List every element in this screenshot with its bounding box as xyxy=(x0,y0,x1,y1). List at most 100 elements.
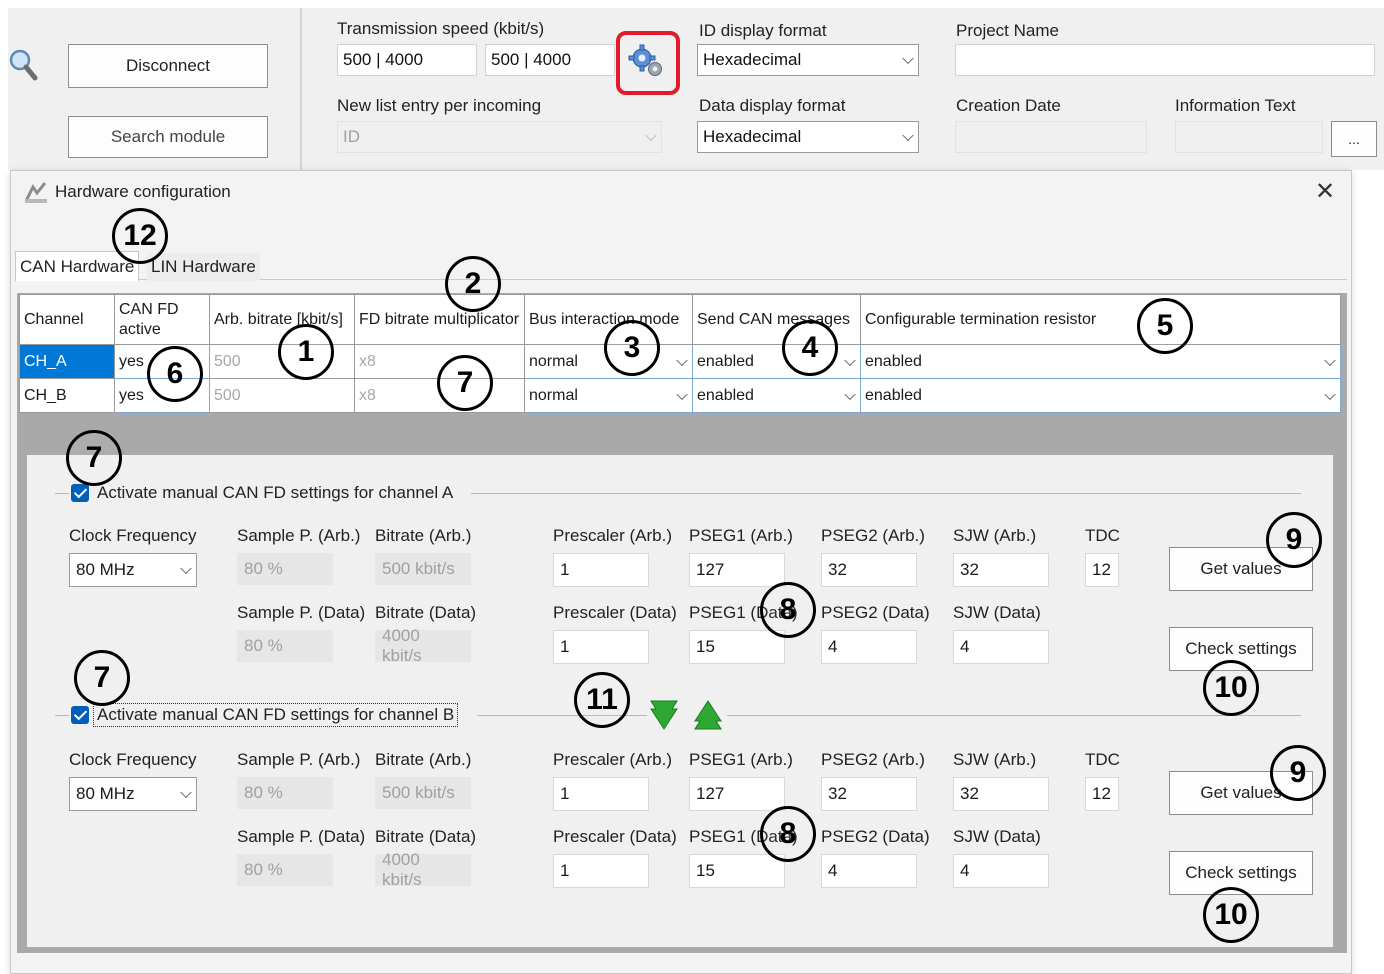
prescaler-data-field[interactable]: 1 xyxy=(553,630,649,664)
annotation-12: 12 xyxy=(112,208,168,264)
manual-settings-panel: Activate manual CAN FD settings for chan… xyxy=(27,455,1333,947)
chevron-down-icon xyxy=(902,52,914,65)
pseg1-arb-field[interactable]: 127 xyxy=(689,777,785,811)
clock-frequency-select[interactable]: 80 MHz xyxy=(69,777,197,811)
sjw-arb-label: SJW (Arb.) xyxy=(953,750,1037,769)
pseg1-data-field[interactable]: 15 xyxy=(689,854,785,888)
gear-icon[interactable] xyxy=(628,44,666,85)
pseg1-arb-field[interactable]: 127 xyxy=(689,553,785,587)
clock-frequency-select[interactable]: 80 MHz xyxy=(69,553,197,587)
chevron-down-icon xyxy=(1324,388,1336,400)
annotation-7: 7 xyxy=(437,355,493,411)
disconnect-button[interactable]: Disconnect xyxy=(68,44,268,88)
group-a-label: Activate manual CAN FD settings for chan… xyxy=(97,483,454,502)
annotation-7: 7 xyxy=(66,430,122,486)
table-row[interactable]: CH_A yes 500 x8 normal enabled enabled xyxy=(19,344,1341,379)
table-row[interactable]: CH_B yes 500 x8 normal enabled enabled xyxy=(19,378,1341,413)
sample-point-arb-field: 80 % xyxy=(237,553,333,585)
col-can-fd-active: CAN FD active xyxy=(114,294,210,345)
cell-termination-select[interactable]: enabled xyxy=(860,378,1341,413)
sjw-data-label: SJW (Data) xyxy=(953,827,1041,846)
group-a-checkbox[interactable] xyxy=(71,484,89,502)
group-a-line-right xyxy=(471,493,1301,494)
prescaler-arb-label: Prescaler (Arb.) xyxy=(553,750,673,769)
data-display-format-value: Hexadecimal xyxy=(703,127,802,146)
sjw-arb-field[interactable]: 32 xyxy=(953,777,1049,811)
bitrate-arb-label: Bitrate (Arb.) xyxy=(375,750,472,769)
bitrate-data-field: 4000 kbit/s xyxy=(375,850,471,889)
cell-send-can-value: enabled xyxy=(697,352,754,370)
sjw-arb-field[interactable]: 32 xyxy=(953,553,1049,587)
pseg2-arb-field[interactable]: 32 xyxy=(821,553,917,587)
chevron-down-icon xyxy=(844,388,856,400)
prescaler-arb-label: Prescaler (Arb.) xyxy=(553,526,673,545)
bitrate-data-label: Bitrate (Data) xyxy=(375,603,477,622)
creation-date-field[interactable] xyxy=(955,121,1147,153)
sample-point-data-field: 80 % xyxy=(237,630,333,662)
close-icon[interactable]: ✕ xyxy=(1315,177,1335,206)
group-a-line-left xyxy=(55,493,69,494)
speed-arb-field[interactable]: 500 | 4000 xyxy=(337,44,477,76)
tdc-label: TDC xyxy=(1085,750,1120,769)
annotation-11: 11 xyxy=(574,672,630,728)
toolbar-divider xyxy=(300,8,302,170)
search-icon[interactable] xyxy=(8,48,40,89)
prescaler-arb-field[interactable]: 1 xyxy=(553,777,649,811)
data-display-format-select[interactable]: Hexadecimal xyxy=(697,121,919,153)
cell-channel[interactable]: CH_A xyxy=(19,344,115,379)
sjw-data-field[interactable]: 4 xyxy=(953,854,1049,888)
cell-channel[interactable]: CH_B xyxy=(19,378,115,413)
transmission-speed-label: Transmission speed (kbit/s) xyxy=(337,19,545,38)
dialog-title: Hardware configuration xyxy=(55,182,231,201)
bitrate-arb-field: 500 kbit/s xyxy=(375,777,471,809)
cell-bus-interaction-select[interactable]: normal xyxy=(524,378,693,413)
id-display-format-label: ID display format xyxy=(699,21,827,40)
pseg2-data-field[interactable]: 4 xyxy=(821,854,917,888)
new-list-entry-select[interactable]: ID xyxy=(337,121,662,153)
sjw-data-field[interactable]: 4 xyxy=(953,630,1049,664)
tdc-field[interactable]: 12 xyxy=(1085,553,1119,587)
annotation-8: 8 xyxy=(760,582,816,638)
cell-send-can-select[interactable]: enabled xyxy=(692,378,861,413)
pseg2-data-label: PSEG2 (Data) xyxy=(821,827,930,846)
pseg1-data-field[interactable]: 15 xyxy=(689,630,785,664)
group-b-line-left xyxy=(55,715,69,716)
chevron-down-icon xyxy=(180,786,192,799)
sample-point-arb-field: 80 % xyxy=(237,777,333,809)
tdc-field[interactable]: 12 xyxy=(1085,777,1119,811)
id-display-format-select[interactable]: Hexadecimal xyxy=(697,44,919,76)
pseg2-arb-label: PSEG2 (Arb.) xyxy=(821,526,925,545)
bitrate-data-label: Bitrate (Data) xyxy=(375,827,477,846)
annotation-10: 10 xyxy=(1203,660,1259,716)
project-name-field[interactable] xyxy=(955,44,1375,76)
information-text-field[interactable] xyxy=(1175,121,1323,153)
annotation-8: 8 xyxy=(760,806,816,862)
new-list-entry-label: New list entry per incoming xyxy=(337,96,542,115)
annotation-4: 4 xyxy=(782,320,838,376)
prescaler-arb-field[interactable]: 1 xyxy=(553,553,649,587)
annotation-1: 1 xyxy=(278,324,334,380)
id-display-format-value: Hexadecimal xyxy=(703,50,802,69)
chevron-down-icon xyxy=(844,354,856,366)
pseg2-data-field[interactable]: 4 xyxy=(821,630,917,664)
tab-lin-hardware[interactable]: LIN Hardware xyxy=(147,253,260,281)
annotation-7: 7 xyxy=(74,650,130,706)
cell-bus-interaction-value: normal xyxy=(529,386,578,404)
annotation-6: 6 xyxy=(147,346,203,402)
information-text-ellipsis-button[interactable]: ... xyxy=(1331,121,1377,157)
pseg2-arb-field[interactable]: 32 xyxy=(821,777,917,811)
prescaler-data-field[interactable]: 1 xyxy=(553,854,649,888)
sjw-arb-label: SJW (Arb.) xyxy=(953,526,1037,545)
arrow-down-icon[interactable] xyxy=(647,699,681,736)
arrow-up-icon[interactable] xyxy=(691,699,725,736)
search-module-button[interactable]: Search module xyxy=(68,116,268,158)
new-list-entry-value: ID xyxy=(343,127,360,146)
group-b-checkbox[interactable] xyxy=(71,706,89,724)
cell-termination-select[interactable]: enabled xyxy=(860,344,1341,379)
chevron-down-icon xyxy=(676,354,688,366)
information-text-label: Information Text xyxy=(1175,96,1296,115)
clock-frequency-label: Clock Frequency xyxy=(69,526,197,545)
speed-data-field[interactable]: 500 | 4000 xyxy=(485,44,615,76)
annotation-3: 3 xyxy=(604,320,660,376)
prescaler-data-label: Prescaler (Data) xyxy=(553,603,677,622)
